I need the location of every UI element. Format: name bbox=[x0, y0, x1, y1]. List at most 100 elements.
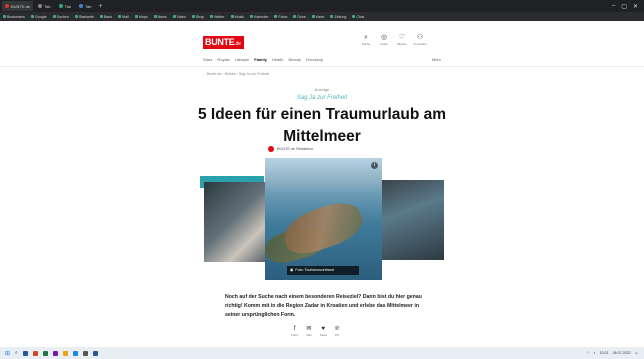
share-twitter-button[interactable]: ♥ Tweet bbox=[319, 326, 326, 337]
bookmarks-bar: Bookmarks Google Suchen Startseite Bank Mail M… bbox=[0, 12, 644, 21]
bookmark-item[interactable]: Kalender bbox=[247, 15, 271, 19]
bookmark-item[interactable]: News bbox=[151, 15, 170, 19]
bookmark-item[interactable]: Musik bbox=[228, 15, 247, 19]
taskbar-app-icon[interactable] bbox=[62, 350, 68, 356]
bookmark-label: Zeitung bbox=[334, 14, 347, 19]
gallery-prev-image[interactable] bbox=[204, 182, 274, 262]
favorites-label: Merken bbox=[396, 42, 407, 46]
share-mail-button[interactable]: ✉ Mail bbox=[306, 326, 311, 337]
maximize-icon[interactable]: ▢ bbox=[621, 3, 627, 10]
browser-tab[interactable]: Tab bbox=[56, 1, 74, 11]
nav-item-health[interactable]: Health bbox=[272, 57, 284, 62]
main-navigation: Stars Royals Lifestyle Family Health Bea… bbox=[203, 57, 441, 62]
image-peninsula-detail bbox=[278, 196, 368, 260]
headline-line-1: 5 Ideen für einen Traumurlaub am bbox=[197, 106, 447, 123]
bookmark-favicon-icon bbox=[153, 15, 157, 18]
user-icon: ⚇ bbox=[416, 34, 424, 41]
nav-item-beauty[interactable]: Beauty bbox=[289, 57, 301, 62]
taskbar-app-icon[interactable] bbox=[22, 350, 28, 356]
taskbar-app-icon[interactable] bbox=[52, 350, 58, 356]
browser-tab[interactable]: Tab bbox=[76, 1, 94, 11]
new-tab-button[interactable]: + bbox=[98, 3, 102, 10]
gallery-next-image[interactable] bbox=[376, 180, 444, 260]
minimize-icon[interactable]: – bbox=[612, 3, 615, 10]
start-icon[interactable]: ⊞ bbox=[5, 350, 10, 357]
taskbar-app-icon[interactable] bbox=[32, 350, 38, 356]
nav-item-royals[interactable]: Royals bbox=[217, 57, 229, 62]
clock-time[interactable]: 10:21 bbox=[600, 351, 609, 355]
search-label: Suche bbox=[361, 42, 371, 46]
browser-tab-strip: BUNTE.de Tab Tab Tab + – ▢ ✕ bbox=[0, 0, 644, 12]
nav-item-lifestyle[interactable]: Lifestyle bbox=[235, 57, 250, 62]
search-button[interactable]: ⌕ Suche bbox=[360, 34, 372, 46]
bunte-logo[interactable]: BUNTE.de bbox=[203, 36, 244, 49]
bookmark-item[interactable]: Google bbox=[28, 15, 50, 19]
tray-wifi-icon[interactable]: ◠ bbox=[586, 351, 589, 355]
taskbar-app-icon[interactable] bbox=[92, 350, 98, 356]
author-avatar bbox=[268, 146, 274, 152]
bookmark-item[interactable]: Karte bbox=[309, 15, 328, 19]
bookmark-favicon-icon bbox=[274, 15, 278, 18]
taskbar-app-icon[interactable] bbox=[72, 350, 78, 356]
header-divider bbox=[0, 66, 644, 67]
bookmark-label: Mail bbox=[122, 14, 129, 19]
bookmark-item[interactable]: Mail bbox=[115, 15, 132, 19]
bookmark-item[interactable]: Video bbox=[170, 15, 189, 19]
hero-gallery: i ▣ Foto: Tourismusverband bbox=[200, 158, 444, 280]
favorites-button[interactable]: ♡ Merken bbox=[396, 34, 408, 46]
nav-item-horoskop[interactable]: Horoskop bbox=[306, 57, 323, 62]
bookmark-item[interactable]: Bank bbox=[97, 15, 115, 19]
taskbar-search-icon[interactable]: ⌕ bbox=[15, 350, 18, 356]
bookmark-item[interactable]: Shop bbox=[189, 15, 207, 19]
header-actions: ⌕ Suche ◎ Audio ♡ Merken ⚇ Anmelden bbox=[360, 34, 427, 46]
bookmark-favicon-icon bbox=[134, 15, 138, 18]
bookmark-item[interactable]: Maps bbox=[132, 15, 151, 19]
bookmark-item[interactable]: Fotos bbox=[271, 15, 290, 19]
logo-text: BUNTE bbox=[205, 37, 235, 47]
hero-image-zadar[interactable]: i ▣ Foto: Tourismusverband bbox=[265, 158, 382, 280]
close-icon[interactable]: ✕ bbox=[633, 3, 638, 10]
twitter-icon: ♥ bbox=[321, 326, 325, 332]
bookmark-favicon-icon bbox=[352, 15, 356, 18]
bookmark-item[interactable]: Suchen bbox=[50, 15, 72, 19]
account-button[interactable]: ⚇ Anmelden bbox=[413, 34, 427, 46]
tray-volume-icon[interactable]: ◖ bbox=[593, 351, 595, 355]
article-headline: 5 Ideen für einen Traumurlaub am Mittelm… bbox=[0, 104, 644, 148]
logo-suffix: .de bbox=[234, 41, 241, 47]
tab-label: BUNTE.de bbox=[11, 3, 31, 9]
favicon-icon bbox=[38, 4, 43, 8]
taskbar-app-icon[interactable] bbox=[82, 350, 88, 356]
bookmark-item[interactable]: Zeitung bbox=[327, 15, 349, 19]
nav-item-family[interactable]: Family bbox=[254, 57, 267, 62]
ad-label: - Anzeige - bbox=[312, 87, 332, 92]
notification-icon[interactable]: ▭ bbox=[635, 351, 638, 355]
browser-tab[interactable]: Tab bbox=[35, 1, 53, 11]
audio-button[interactable]: ◎ Audio bbox=[378, 34, 390, 46]
bookmark-item[interactable]: Chat bbox=[349, 15, 367, 19]
author-name[interactable]: BUNTE.de Redaktion bbox=[277, 147, 313, 151]
nav-item-stars[interactable]: Stars bbox=[203, 57, 212, 62]
share-label: Teilen bbox=[291, 333, 299, 337]
bookmark-label: Suchen bbox=[56, 14, 69, 19]
tab-label: Tab bbox=[85, 3, 92, 9]
taskbar-app-icon[interactable] bbox=[42, 350, 48, 356]
favicon-icon bbox=[58, 4, 63, 8]
bookmark-item[interactable]: Startseite bbox=[72, 15, 97, 19]
clock-date[interactable]: 26.07.2022 bbox=[613, 351, 631, 355]
share-pinterest-button[interactable]: ℗ Pin bbox=[335, 326, 339, 337]
pinterest-icon: ℗ bbox=[334, 326, 340, 332]
breadcrumb[interactable]: Bunte.de › Reisen › Sag Ja zur Freiheit bbox=[207, 72, 447, 76]
bookmark-label: Musik bbox=[234, 14, 245, 19]
bookmark-favicon-icon bbox=[118, 15, 122, 18]
article-kicker: Sag Ja zur Freiheit bbox=[296, 95, 348, 101]
share-bar: f Teilen ✉ Mail ♥ Tweet ℗ Pin bbox=[291, 326, 339, 337]
bookmark-item[interactable]: Drive bbox=[290, 15, 308, 19]
nav-more-button[interactable]: Mehr bbox=[432, 57, 441, 62]
byline: BUNTE.de Redaktion bbox=[268, 146, 313, 152]
browser-tab-active[interactable]: BUNTE.de bbox=[2, 1, 34, 11]
bookmark-item[interactable]: Wetter bbox=[207, 15, 228, 19]
image-info-icon[interactable]: i bbox=[371, 162, 378, 169]
share-facebook-button[interactable]: f Teilen bbox=[291, 326, 298, 337]
bookmark-item[interactable]: Bookmarks bbox=[0, 15, 28, 19]
bookmark-label: Video bbox=[176, 14, 186, 19]
